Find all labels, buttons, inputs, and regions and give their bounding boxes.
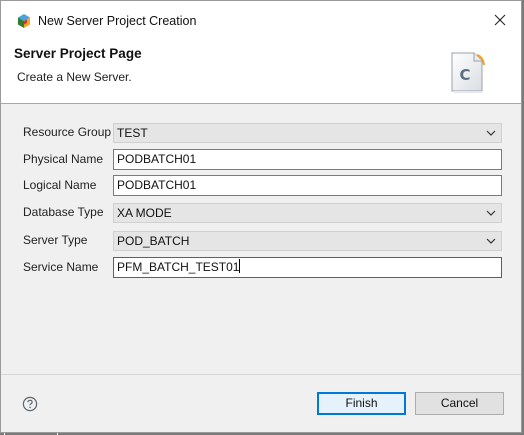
wizard-banner: Server Project Page Create a New Server.… (1, 37, 521, 104)
close-button[interactable] (485, 7, 515, 33)
database-type-value: XA MODE (117, 206, 172, 220)
footer-separator (1, 374, 521, 375)
server-type-label: Server Type (23, 233, 88, 247)
service-name-field[interactable]: PFM_BATCH_TEST01 (113, 257, 502, 278)
class-file-icon: C (448, 51, 488, 95)
service-name-label: Service Name (23, 260, 99, 274)
text-caret (239, 259, 241, 273)
help-button[interactable] (22, 396, 38, 412)
resource-group-combo[interactable]: TEST (113, 123, 502, 143)
new-server-project-dialog: New Server Project Creation Server Proje… (0, 0, 522, 433)
title-bar: New Server Project Creation (1, 1, 521, 37)
service-name-value: PFM_BATCH_TEST01 (117, 260, 240, 274)
class-letter: C (459, 66, 470, 84)
resource-group-value: TEST (117, 126, 148, 140)
app-logo-icon (16, 13, 32, 29)
finish-button[interactable]: Finish (317, 392, 406, 415)
logical-name-label: Logical Name (23, 178, 97, 192)
logical-name-field[interactable]: PODBATCH01 (113, 175, 502, 196)
logical-name-value: PODBATCH01 (117, 178, 197, 192)
chevron-down-icon (486, 238, 496, 244)
physical-name-label: Physical Name (23, 152, 104, 166)
database-type-label: Database Type (23, 205, 104, 219)
physical-name-value: PODBATCH01 (117, 152, 197, 166)
help-icon (22, 396, 38, 412)
page-description: Create a New Server. (17, 70, 132, 84)
chevron-down-icon (486, 210, 496, 216)
window-title: New Server Project Creation (38, 14, 197, 28)
server-type-value: POD_BATCH (117, 234, 190, 248)
chevron-down-icon (486, 130, 496, 136)
cancel-button[interactable]: Cancel (415, 392, 504, 415)
database-type-combo[interactable]: XA MODE (113, 203, 502, 223)
physical-name-field[interactable]: PODBATCH01 (113, 149, 502, 170)
server-type-combo[interactable]: POD_BATCH (113, 231, 502, 251)
close-icon (494, 14, 506, 26)
resource-group-label: Resource Group (23, 125, 112, 139)
page-title: Server Project Page (14, 46, 142, 61)
